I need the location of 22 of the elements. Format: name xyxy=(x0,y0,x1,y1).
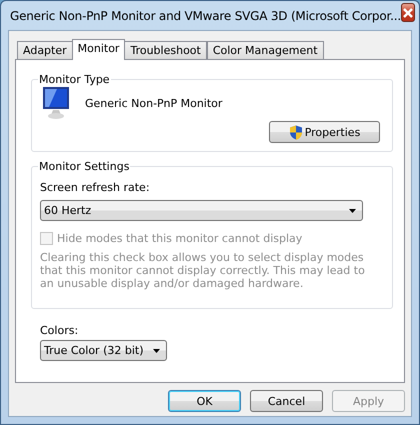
window-title: Generic Non-PnP Monitor and VMware SVGA 3D (Microsoft Corpor... xyxy=(10,8,401,22)
properties-button[interactable]: Properties xyxy=(269,121,380,143)
group-title: Monitor Settings xyxy=(38,160,130,173)
tab[interactable]: Adapter xyxy=(17,41,73,59)
refresh-rate-dropdown[interactable]: 60 Hertz xyxy=(40,200,363,221)
close-button[interactable] xyxy=(400,3,415,22)
dropdown-arrow-icon xyxy=(153,348,160,352)
tab[interactable]: Troubleshoot xyxy=(124,41,207,59)
shield-icon xyxy=(288,124,303,140)
group-title: Monitor Type xyxy=(38,73,111,86)
colors-dropdown[interactable]: True Color (32 bit) xyxy=(40,340,167,361)
field-label: Screen refresh rate: xyxy=(40,181,150,194)
dialog-button[interactable]: OK xyxy=(168,390,241,412)
dialog-button[interactable]: Cancel xyxy=(250,390,323,412)
tab[interactable]: Monitor xyxy=(72,39,126,60)
close-icon xyxy=(402,8,414,18)
checkbox-label: Hide modes that this monitor cannot display xyxy=(57,232,302,245)
monitor-name: Generic Non-PnP Monitor xyxy=(85,96,222,110)
warning-text: Clearing this check box allows you to select display modes that this monitor cannot display correctly. This may lead to an unusable display and/or damaged hardware. xyxy=(40,251,365,290)
dropdown-arrow-icon xyxy=(349,208,356,212)
field-label: Colors: xyxy=(40,324,78,337)
tab[interactable]: Color Management xyxy=(206,41,324,59)
